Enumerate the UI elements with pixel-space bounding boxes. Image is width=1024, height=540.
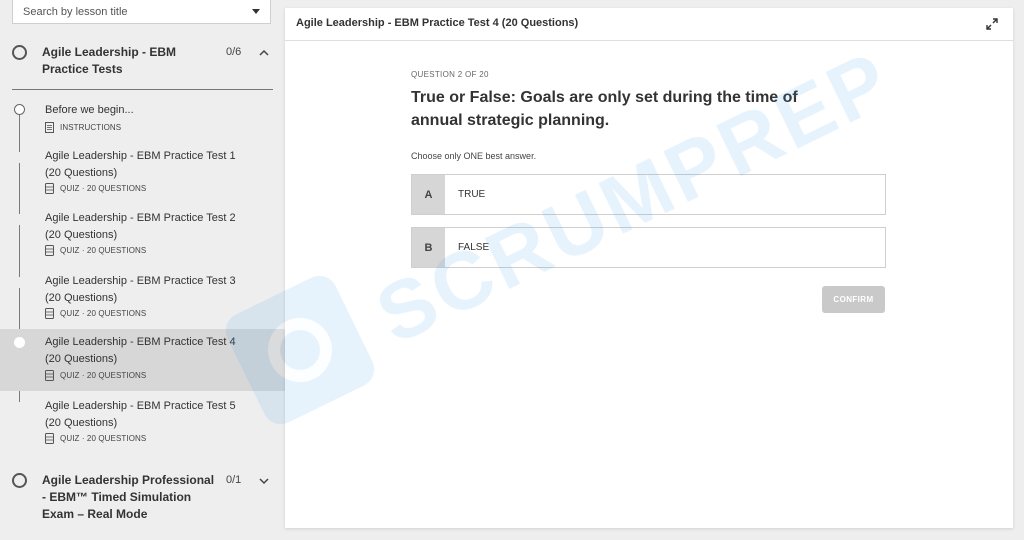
lesson-status-dot xyxy=(14,402,25,413)
lesson-status-dot xyxy=(14,104,25,115)
expand-icon[interactable] xyxy=(985,17,999,31)
search-placeholder: Search by lesson title xyxy=(23,5,128,18)
lesson-meta: QUIZ · 20 QUESTIONS xyxy=(45,245,146,256)
section-divider xyxy=(12,89,273,90)
lesson-status-dot xyxy=(14,214,25,225)
lesson-meta-label: QUIZ · 20 QUESTIONS xyxy=(60,434,147,443)
question-counter: QUESTION 2 OF 20 xyxy=(411,70,489,79)
lesson-status-dot xyxy=(14,152,25,163)
quiz-icon xyxy=(45,370,54,381)
section-header-timed-simulation[interactable]: Agile Leadership Professional - EBM™ Tim… xyxy=(0,472,285,528)
option-text: FALSE xyxy=(458,242,490,253)
section-progress-count: 0/6 xyxy=(226,46,242,58)
quiz-icon xyxy=(45,183,54,194)
lesson-meta: QUIZ · 20 QUESTIONS xyxy=(45,308,146,319)
lesson-item-before-we-begin[interactable]: Before we begin... INSTRUCTIONS xyxy=(0,100,285,142)
lesson-meta-label: QUIZ · 20 QUESTIONS xyxy=(60,309,147,318)
lesson-item-practice-test-1[interactable]: Agile Leadership - EBM Practice Test 1 (… xyxy=(0,146,285,198)
answer-option-a[interactable]: A TRUE xyxy=(411,174,886,215)
quiz-icon xyxy=(45,245,54,256)
section-title: Agile Leadership - EBM Practice Tests xyxy=(42,45,177,76)
lesson-meta: INSTRUCTIONS xyxy=(45,122,121,133)
lesson-item-practice-test-3[interactable]: Agile Leadership - EBM Practice Test 3 (… xyxy=(0,271,285,323)
quiz-icon xyxy=(45,308,54,319)
lesson-title: Agile Leadership - EBM Practice Test 1 (… xyxy=(45,150,236,179)
sidebar: Search by lesson title Agile Leadership … xyxy=(0,0,285,540)
lesson-meta-label: QUIZ · 20 QUESTIONS xyxy=(60,184,147,193)
progress-circle-icon xyxy=(12,45,27,60)
question-text: True or False: Goals are only set during… xyxy=(411,89,798,129)
lesson-title: Agile Leadership - EBM Practice Test 5 (… xyxy=(45,400,236,429)
quiz-panel: Agile Leadership - EBM Practice Test 4 (… xyxy=(285,8,1013,528)
option-letter: A xyxy=(412,175,445,214)
progress-circle-icon xyxy=(12,473,27,488)
panel-title: Agile Leadership - EBM Practice Test 4 (… xyxy=(296,17,579,29)
confirm-button[interactable]: CONFIRM xyxy=(822,286,885,313)
option-letter: B xyxy=(412,228,445,267)
lesson-item-practice-test-2[interactable]: Agile Leadership - EBM Practice Test 2 (… xyxy=(0,208,285,260)
chevron-down-icon[interactable] xyxy=(258,475,270,487)
lesson-title: Agile Leadership - EBM Practice Test 2 (… xyxy=(45,212,236,241)
question-instruction: Choose only ONE best answer. xyxy=(411,151,537,161)
lesson-status-dot xyxy=(14,337,25,348)
lesson-meta-label: INSTRUCTIONS xyxy=(60,123,122,132)
section-progress-count: 0/1 xyxy=(226,474,242,486)
lesson-item-practice-test-5[interactable]: Agile Leadership - EBM Practice Test 5 (… xyxy=(0,396,285,448)
quiz-icon xyxy=(45,433,54,444)
option-text: TRUE xyxy=(458,189,486,200)
lesson-title: Agile Leadership - EBM Practice Test 4 (… xyxy=(45,336,236,365)
chevron-down-icon[interactable] xyxy=(252,9,260,14)
section-title: Agile Leadership Professional - EBM™ Tim… xyxy=(42,473,215,521)
lesson-meta-label: QUIZ · 20 QUESTIONS xyxy=(60,371,147,380)
search-lesson-input[interactable]: Search by lesson title xyxy=(12,0,271,24)
lesson-item-practice-test-4[interactable]: Agile Leadership - EBM Practice Test 4 (… xyxy=(0,329,285,391)
lesson-status-dot xyxy=(14,277,25,288)
document-icon xyxy=(45,122,54,133)
lesson-title: Agile Leadership - EBM Practice Test 3 (… xyxy=(45,275,236,304)
section-header-ebm-practice-tests[interactable]: Agile Leadership - EBM Practice Tests 0/… xyxy=(0,44,285,90)
panel-header: Agile Leadership - EBM Practice Test 4 (… xyxy=(285,8,1013,41)
lesson-meta: QUIZ · 20 QUESTIONS xyxy=(45,370,146,381)
chevron-up-icon[interactable] xyxy=(258,47,270,59)
lesson-meta-label: QUIZ · 20 QUESTIONS xyxy=(60,246,147,255)
lesson-meta: QUIZ · 20 QUESTIONS xyxy=(45,183,146,194)
lesson-meta: QUIZ · 20 QUESTIONS xyxy=(45,433,146,444)
lesson-title: Before we begin... xyxy=(45,104,134,116)
answer-option-b[interactable]: B FALSE xyxy=(411,227,886,268)
